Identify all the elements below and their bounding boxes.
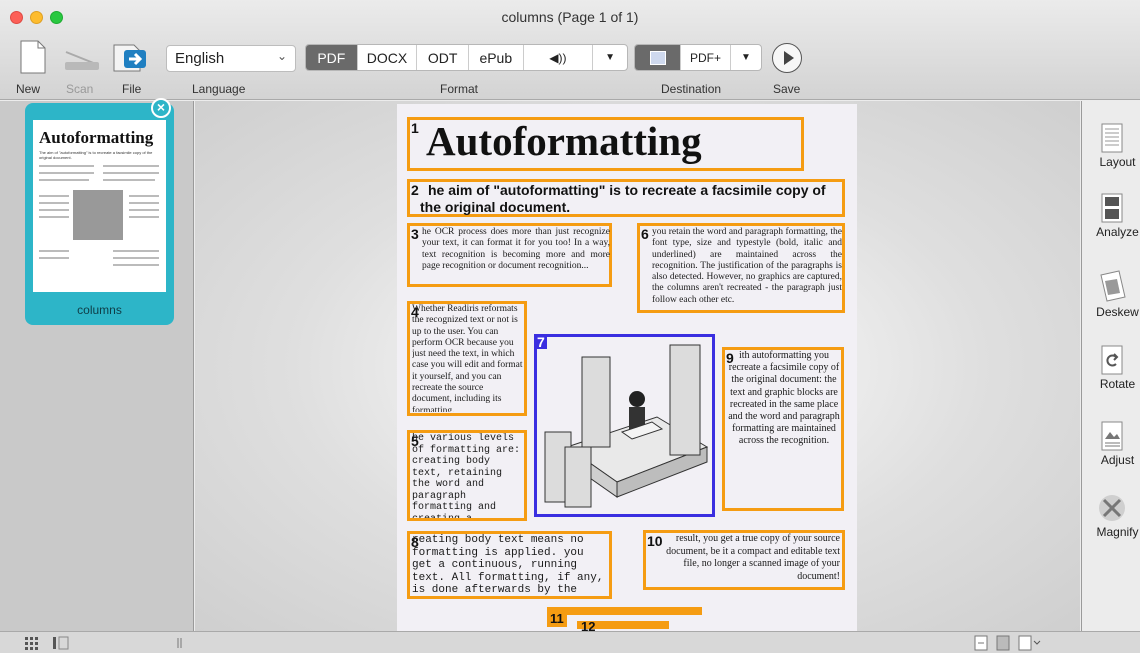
deskew-icon xyxy=(1082,267,1140,303)
rotate-icon xyxy=(1082,339,1140,375)
destination-value[interactable]: PDF+ xyxy=(681,45,731,70)
document-canvas[interactable]: 1 Autoformatting 2 he aim of "autoformat… xyxy=(195,101,1080,631)
block-9-text: ith autoformatting you recreate a facsim… xyxy=(728,350,840,447)
triangle-down-icon: ▼ xyxy=(605,52,616,63)
region-number: 2 xyxy=(411,182,419,198)
format-audio[interactable]: ◀)) xyxy=(524,45,594,70)
resize-handle-icon[interactable] xyxy=(176,635,184,651)
new-document-icon xyxy=(9,36,57,78)
page-thumbnail[interactable]: Autoformatting The aim of "autoformattin… xyxy=(25,98,174,325)
deskew-label: Deskew xyxy=(1096,305,1139,319)
scanner-icon xyxy=(58,36,106,78)
destination-selector: PDF+ ▼ xyxy=(634,44,762,71)
block-10-text: result, you get a true copy of your sour… xyxy=(666,533,840,582)
file-label: File xyxy=(122,82,142,96)
region-10[interactable]: 10 result, you get a true copy of your s… xyxy=(643,530,845,590)
chevron-down-icon: ⌄ xyxy=(276,49,287,63)
list-view-icon[interactable] xyxy=(52,635,70,651)
layout-icon xyxy=(1082,117,1140,153)
block-3-text: he OCR process does more than just recog… xyxy=(422,227,610,271)
block-4-text: Whether Readiris reformats the recognize… xyxy=(412,304,523,412)
analyze-icon xyxy=(1082,187,1140,223)
rotate-label: Rotate xyxy=(1099,377,1136,391)
region-5[interactable]: 5 he various levels of formatting are: c… xyxy=(407,430,527,521)
thumbnail-label: columns xyxy=(77,303,122,317)
format-label: Format xyxy=(440,82,479,96)
document-subtitle: he aim of "autoformatting" is to recreat… xyxy=(420,182,826,215)
thumbnail-title: Autoformatting xyxy=(39,128,154,147)
region-4[interactable]: 4 Whether Readiris reformats the recogni… xyxy=(407,301,527,416)
region-2[interactable]: 2 he aim of "autoformatting" is to recre… xyxy=(407,179,845,217)
document-page: 1 Autoformatting 2 he aim of "autoformat… xyxy=(397,104,857,631)
region-7-picture[interactable]: 7 xyxy=(534,334,715,517)
block-8-text: reating body text means no formatting is… xyxy=(412,534,604,596)
format-odt[interactable]: ODT xyxy=(417,45,469,70)
illustration-image xyxy=(544,344,709,508)
adjust-image-icon xyxy=(1082,415,1140,451)
format-more-dropdown[interactable]: ▼ xyxy=(593,45,627,70)
region-11-number: 11 xyxy=(547,610,567,627)
deskew-tool[interactable]: Deskew xyxy=(1082,267,1140,319)
language-value: English xyxy=(175,50,225,67)
region-9[interactable]: 9 ith autoformatting you recreate a facs… xyxy=(722,347,844,511)
layout-label: Layout xyxy=(1099,155,1136,169)
block-6-text: you retain the word and paragraph format… xyxy=(652,227,842,305)
analyze-label: Analyze xyxy=(1096,225,1139,239)
thumbnail-image xyxy=(73,190,123,240)
page-thumbnails-sidebar: Autoformatting The aim of "autoformattin… xyxy=(0,98,194,631)
destination-dropdown[interactable]: ▼ xyxy=(731,45,761,70)
magnify-label: Magnify xyxy=(1096,525,1139,539)
format-docx[interactable]: DOCX xyxy=(358,45,418,70)
document-title: Autoformatting xyxy=(426,118,702,164)
grid-view-icon[interactable] xyxy=(24,635,40,651)
format-selector: PDF DOCX ODT ePub ◀)) ▼ xyxy=(305,44,628,71)
region-6[interactable]: 6 you retain the word and paragraph form… xyxy=(637,223,845,313)
region-11[interactable] xyxy=(547,607,702,615)
region-number: 3 xyxy=(411,226,419,242)
open-file-icon xyxy=(106,36,154,78)
region-8[interactable]: 8 reating body text means no formatting … xyxy=(407,531,612,599)
magnify-icon xyxy=(1082,487,1140,523)
window-title: columns (Page 1 of 1) xyxy=(501,9,639,25)
language-label: Language xyxy=(192,82,246,96)
magnify-tool[interactable]: Magnify xyxy=(1082,487,1140,539)
block-5-text: he various levels of formatting are: cre… xyxy=(412,433,521,518)
rotate-tool[interactable]: Rotate xyxy=(1082,339,1140,391)
adjust-label: Adjust xyxy=(1100,453,1135,467)
file-button[interactable] xyxy=(106,36,154,78)
triangle-down-icon: ▼ xyxy=(741,52,751,63)
destination-icon-button[interactable] xyxy=(635,45,681,70)
remove-page-icon[interactable]: × xyxy=(151,98,171,118)
analyze-tool[interactable]: Analyze xyxy=(1082,187,1140,239)
region-12-number: 12 xyxy=(581,622,596,631)
scanner-document-icon xyxy=(649,50,666,65)
region-number: 1 xyxy=(411,120,419,136)
adjust-tool[interactable]: Adjust xyxy=(1082,415,1140,467)
destination-label: Destination xyxy=(661,82,722,96)
status-bar xyxy=(0,631,1140,653)
tools-sidebar: Layout Analyze Deskew Rotate Adjust Magn… xyxy=(1081,101,1140,631)
format-pdf[interactable]: PDF xyxy=(306,45,358,70)
scan-label: Scan xyxy=(66,82,94,96)
new-label: New xyxy=(16,82,41,96)
toolbar: columns (Page 1 of 1) New Scan File Engl… xyxy=(0,0,1140,100)
new-button[interactable] xyxy=(9,36,57,78)
thumbnail-subtitle: The aim of "autoformatting" is to recrea… xyxy=(39,150,153,160)
layout-tool[interactable]: Layout xyxy=(1082,117,1140,169)
region-1[interactable]: 1 Autoformatting xyxy=(407,117,804,171)
format-epub[interactable]: ePub xyxy=(469,45,524,70)
save-label: Save xyxy=(773,82,801,96)
thumbnail-page-preview: Autoformatting The aim of "autoformattin… xyxy=(33,120,166,292)
language-select[interactable]: English ⌄ xyxy=(166,45,296,72)
save-play-icon[interactable] xyxy=(772,43,802,73)
page-view-icon[interactable] xyxy=(995,635,1011,651)
region-3[interactable]: 3 he OCR process does more than just rec… xyxy=(407,223,612,287)
text-view-icon[interactable] xyxy=(973,635,989,651)
zoom-options-icon[interactable] xyxy=(1017,635,1041,651)
speaker-icon: ◀)) xyxy=(549,50,567,65)
scan-button[interactable] xyxy=(58,36,106,78)
region-number: 6 xyxy=(641,226,649,242)
